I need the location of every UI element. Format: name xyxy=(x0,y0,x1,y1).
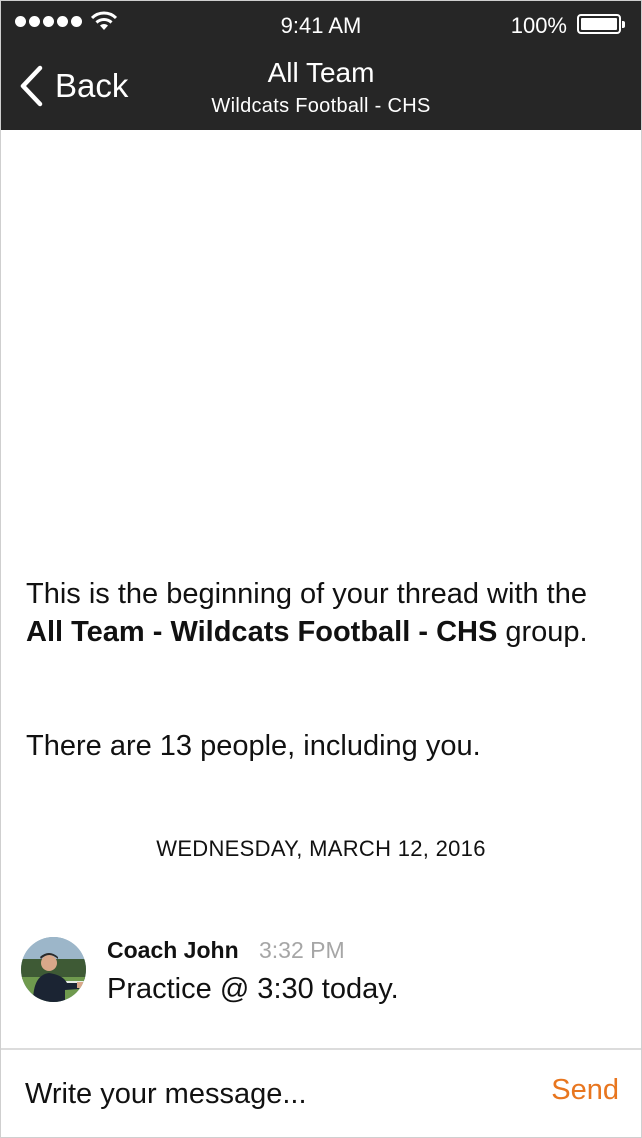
send-button[interactable]: Send xyxy=(551,1074,619,1107)
battery-percentage: 100% xyxy=(510,13,567,38)
avatar-photo xyxy=(21,937,86,1002)
chat-screen: 9:41 AM 100% Back All Team Wildcats Foot… xyxy=(0,0,642,1138)
message-input[interactable] xyxy=(25,1070,505,1118)
message-timestamp: 3:32 PM xyxy=(259,937,345,963)
avatar[interactable] xyxy=(21,937,86,1002)
people-count-text: There are 13 people, including you. xyxy=(26,730,481,762)
intro-prefix: This is the beginning of your thread wit… xyxy=(26,578,587,610)
intro-group-name: All Team - Wildcats Football - CHS xyxy=(26,616,498,648)
status-bar: 9:41 AM 100% xyxy=(1,1,641,49)
message-composer: Send xyxy=(1,1048,641,1137)
sender-name[interactable]: Coach John xyxy=(107,937,239,964)
message-text: Practice @ 3:30 today. xyxy=(107,973,399,1005)
conversation-title: All Team xyxy=(267,57,375,88)
conversation-subtitle: Wildcats Football - CHS xyxy=(211,95,431,117)
thread-intro-text: This is the beginning of your thread wit… xyxy=(26,575,616,651)
intro-suffix: group. xyxy=(497,616,588,648)
navigation-header: 9:41 AM 100% Back All Team Wildcats Foot… xyxy=(1,1,641,130)
battery-icon xyxy=(577,14,625,34)
date-divider: WEDNESDAY, MARCH 12, 2016 xyxy=(156,836,486,861)
